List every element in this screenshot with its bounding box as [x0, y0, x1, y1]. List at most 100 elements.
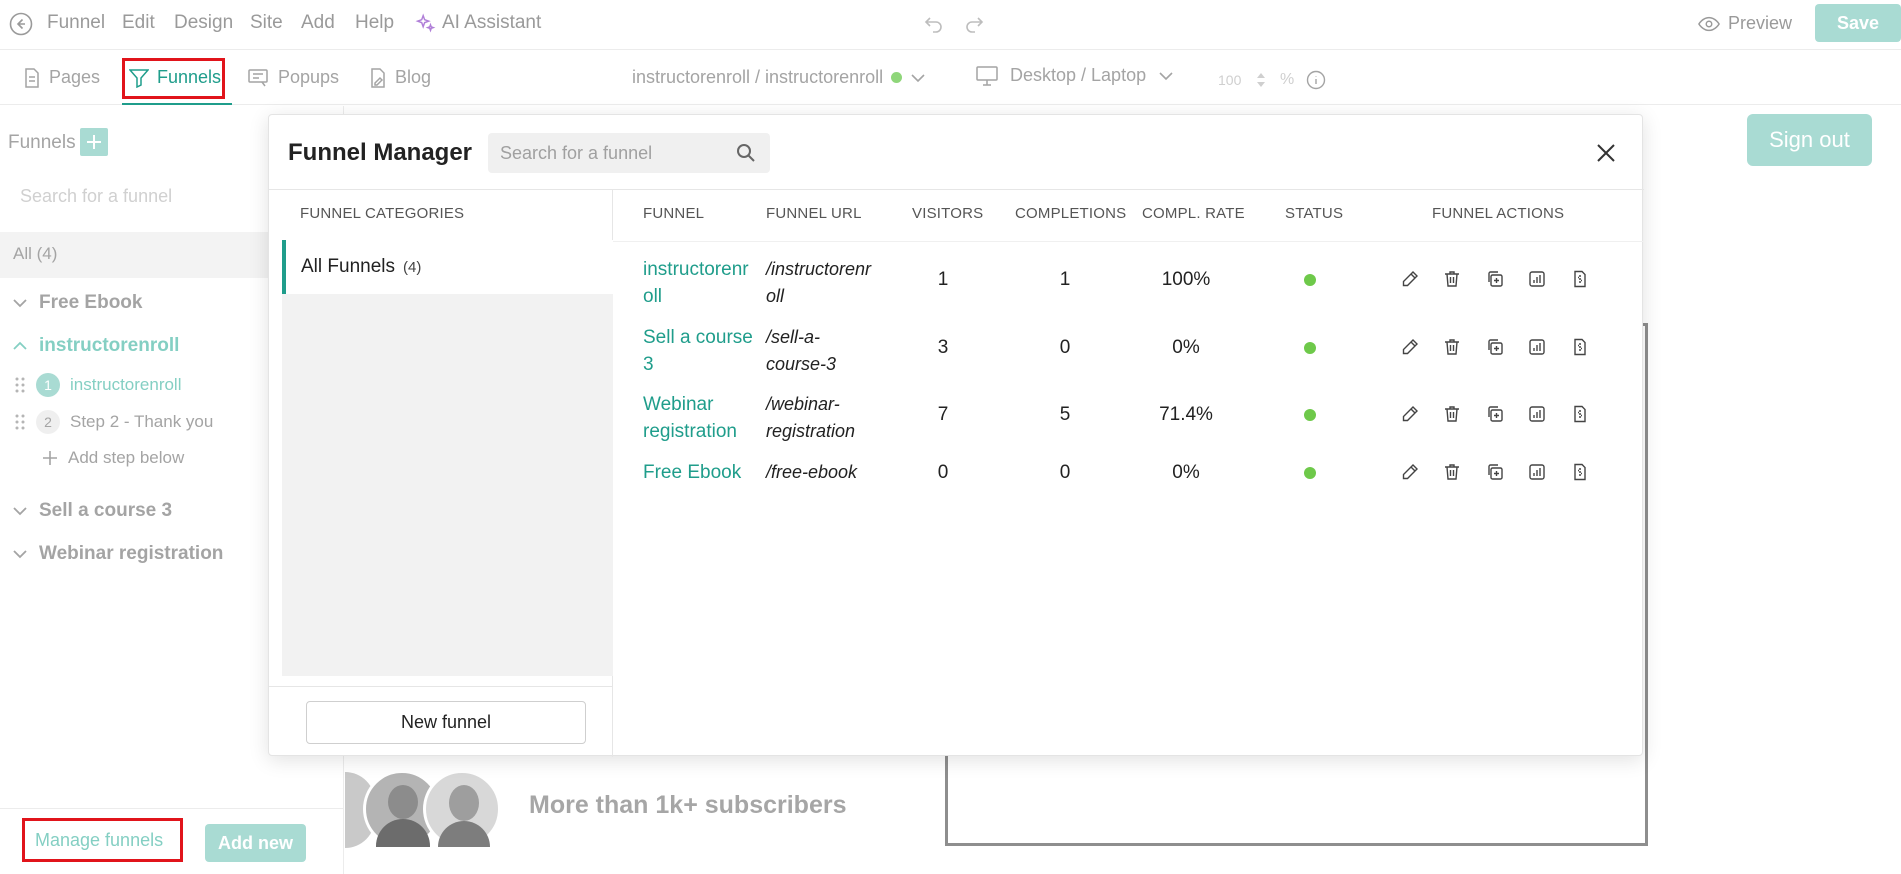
menu-funnel[interactable]: Funnel	[47, 12, 105, 34]
group-free-ebook[interactable]: Free Ebook	[13, 292, 142, 314]
group-webinar-registration[interactable]: Webinar registration	[13, 543, 223, 565]
categories-header: FUNNEL CATEGORIES	[300, 205, 465, 222]
export-file-icon[interactable]	[1571, 405, 1593, 427]
export-file-icon[interactable]	[1571, 338, 1593, 360]
trash-icon[interactable]	[1443, 338, 1465, 360]
back-circle-icon[interactable]	[9, 12, 33, 36]
stepper-icon[interactable]	[1256, 72, 1266, 88]
site-selector[interactable]: instructorenroll / instructorenroll	[632, 67, 926, 88]
close-icon[interactable]	[1588, 135, 1624, 171]
compl-rate-value: 71.4%	[1159, 404, 1213, 425]
status-active-dot	[1304, 409, 1316, 421]
menu-edit[interactable]: Edit	[122, 12, 155, 34]
status-active-dot	[1304, 467, 1316, 479]
undo-icon[interactable]	[922, 13, 946, 35]
step-item-2[interactable]: 2 Step 2 - Thank you	[14, 410, 213, 434]
chevron-up-icon	[13, 341, 27, 351]
category-all-funnels[interactable]: All Funnels (4)	[282, 240, 613, 294]
chevron-down-icon	[13, 298, 27, 308]
export-file-icon[interactable]	[1571, 270, 1593, 292]
duplicate-icon[interactable]	[1486, 463, 1508, 485]
group-sell-a-course-3[interactable]: Sell a course 3	[13, 500, 172, 522]
tab-blog-label: Blog	[395, 67, 432, 87]
col-completions[interactable]: COMPLETIONS	[1015, 205, 1126, 222]
trash-icon[interactable]	[1443, 270, 1465, 292]
site-status-dot	[891, 72, 903, 83]
stats-chart-icon[interactable]	[1528, 338, 1550, 360]
tab-funnels[interactable]: Funnels	[129, 67, 221, 88]
col-status[interactable]: STATUS	[1285, 205, 1343, 222]
redo-icon[interactable]	[962, 13, 986, 35]
new-funnel-button[interactable]: New funnel	[306, 701, 586, 744]
desktop-icon	[976, 65, 998, 86]
zoom-control[interactable]: 100 %	[1218, 70, 1326, 90]
search-icon[interactable]	[736, 143, 756, 163]
add-step-below-button[interactable]: Add step below	[42, 448, 184, 468]
funnel-url: /webinar-registration	[766, 394, 856, 441]
device-selector[interactable]: Desktop / Laptop	[976, 65, 1174, 86]
funnel-url: /free-ebook	[766, 462, 858, 482]
category-count: (4)	[403, 258, 422, 276]
zoom-input[interactable]: 100	[1218, 72, 1250, 88]
group-instructorenroll[interactable]: instructorenroll	[13, 335, 179, 357]
duplicate-icon[interactable]	[1486, 338, 1508, 360]
preview-button[interactable]: Preview	[1698, 13, 1792, 34]
categories-panel: All Funnels (4)	[282, 240, 613, 676]
plus-icon	[42, 450, 58, 466]
ai-assistant-button[interactable]: AI Assistant	[414, 12, 541, 34]
chevron-down-icon	[910, 73, 926, 83]
info-icon[interactable]	[1306, 70, 1326, 90]
trash-icon[interactable]	[1443, 463, 1465, 485]
modal-search-box[interactable]	[488, 133, 770, 173]
funnel-name-link[interactable]: Sell a course 3	[643, 324, 763, 378]
save-button[interactable]: Save	[1815, 4, 1901, 42]
drag-handle-icon[interactable]	[14, 376, 26, 394]
sparkle-icon	[414, 12, 436, 34]
step-number: 2	[36, 410, 60, 434]
edit-pencil-icon[interactable]	[1401, 405, 1423, 427]
top-menu-bar: Funnel Edit Design Site Add Help AI Assi…	[0, 0, 1901, 50]
add-funnel-plus-icon[interactable]	[80, 128, 108, 156]
col-funnel[interactable]: FUNNEL	[643, 205, 704, 222]
chevron-down-icon	[13, 549, 27, 559]
add-new-button[interactable]: Add new	[205, 824, 306, 862]
visitors-value: 0	[937, 462, 949, 483]
modal-search-input[interactable]	[488, 133, 718, 173]
menu-help[interactable]: Help	[355, 12, 394, 34]
tab-pages[interactable]: Pages	[23, 67, 100, 88]
funnel-name-link[interactable]: instructorenr oll	[643, 256, 763, 310]
stats-chart-icon[interactable]	[1528, 270, 1550, 292]
menu-add[interactable]: Add	[301, 12, 335, 34]
duplicate-icon[interactable]	[1486, 405, 1508, 427]
col-funnel-actions: FUNNEL ACTIONS	[1432, 205, 1565, 222]
stats-chart-icon[interactable]	[1528, 405, 1550, 427]
drag-handle-icon[interactable]	[14, 413, 26, 431]
duplicate-icon[interactable]	[1486, 270, 1508, 292]
stats-chart-icon[interactable]	[1528, 463, 1550, 485]
col-compl-rate[interactable]: COMPL. RATE	[1142, 205, 1245, 222]
sign-out-button[interactable]: Sign out	[1747, 114, 1872, 166]
status-active-dot	[1304, 274, 1316, 286]
left-panel-divider	[0, 808, 344, 809]
tab-blog[interactable]: Blog	[369, 67, 431, 88]
eye-icon	[1698, 15, 1720, 33]
edit-pencil-icon[interactable]	[1401, 463, 1423, 485]
menu-site[interactable]: Site	[250, 12, 283, 34]
col-visitors[interactable]: VISITORS	[912, 205, 983, 222]
funnel-name-link[interactable]: Webinar registration	[643, 391, 763, 445]
trash-icon[interactable]	[1443, 405, 1465, 427]
zoom-unit: %	[1280, 71, 1295, 88]
funnel-name-link[interactable]: Free Ebook	[643, 459, 763, 486]
tab-popups[interactable]: Popups	[248, 67, 339, 88]
step-item-1[interactable]: 1 instructorenroll	[14, 373, 182, 397]
funnel-url: /instructorenr oll	[766, 259, 872, 306]
col-funnel-url[interactable]: FUNNEL URL	[766, 205, 862, 222]
menu-design[interactable]: Design	[174, 12, 233, 34]
blog-icon	[369, 67, 387, 88]
edit-pencil-icon[interactable]	[1401, 338, 1423, 360]
manage-funnels-button[interactable]: Manage funnels	[22, 818, 183, 862]
export-file-icon[interactable]	[1571, 463, 1593, 485]
tab-pages-label: Pages	[49, 67, 101, 87]
popup-icon	[248, 68, 270, 88]
edit-pencil-icon[interactable]	[1401, 270, 1423, 292]
